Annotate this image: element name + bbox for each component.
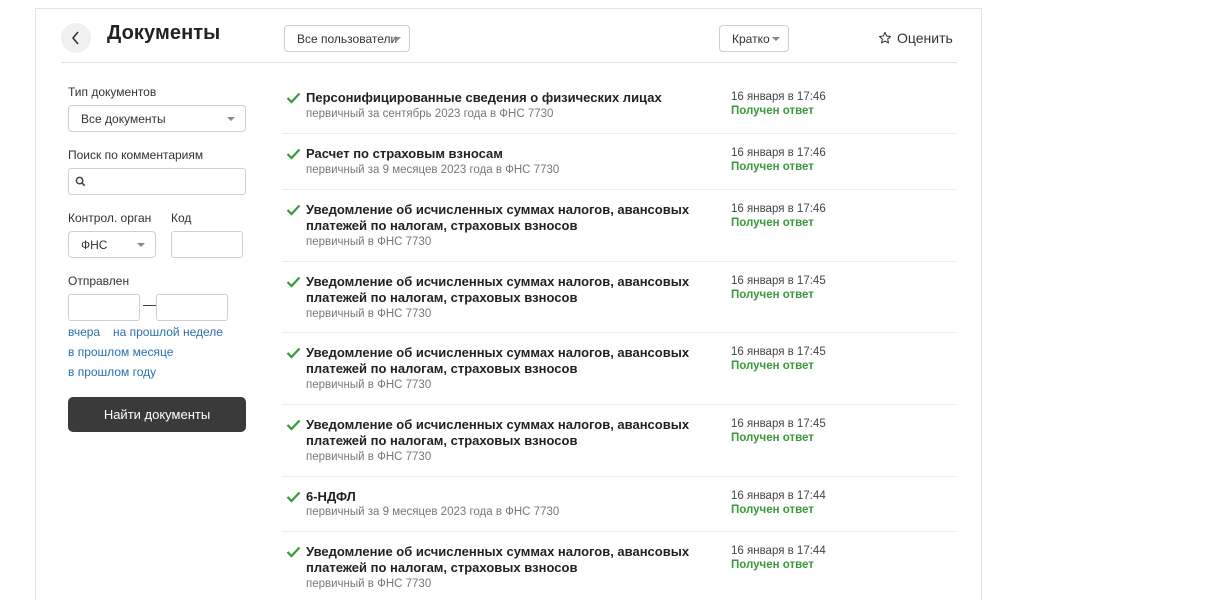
document-title[interactable]: Расчет по страховым взносам [306, 146, 706, 162]
code-label: Код [171, 211, 192, 225]
star-icon [878, 31, 892, 44]
documents-list: Персонифицированные сведения о физически… [282, 78, 957, 600]
quick-link-last-week[interactable]: на прошлой неделе [113, 325, 223, 339]
checkmark-icon [286, 276, 301, 288]
document-subtitle: первичный в ФНС 7730 [306, 578, 432, 590]
caret-down-icon [772, 37, 780, 41]
document-title[interactable]: Уведомление об исчисленных суммах налого… [306, 202, 706, 234]
document-date: 16 января в 17:46 [731, 203, 826, 215]
checkmark-icon [286, 419, 301, 431]
document-row[interactable]: Уведомление об исчисленных суммах налого… [282, 262, 957, 333]
document-subtitle: первичный в ФНС 7730 [306, 451, 432, 463]
document-row[interactable]: Уведомление об исчисленных суммах налого… [282, 405, 957, 477]
document-status: Получен ответ [731, 289, 814, 301]
quick-link-last-year[interactable]: в прошлом году [68, 365, 156, 379]
control-org-label: Контрол. орган [68, 211, 152, 225]
code-input[interactable] [171, 231, 243, 258]
document-title[interactable]: 6-НДФЛ [306, 489, 706, 505]
doc-type-select[interactable]: Все документы [68, 105, 246, 132]
date-range-dash: — [143, 296, 157, 312]
document-subtitle: первичный в ФНС 7730 [306, 236, 432, 248]
document-subtitle: первичный за 9 месяцев 2023 года в ФНС 7… [306, 164, 560, 176]
document-status: Получен ответ [731, 217, 814, 229]
checkmark-icon [286, 347, 301, 359]
document-row[interactable]: Расчет по страховым взносам первичный за… [282, 134, 957, 190]
checkmark-icon [286, 546, 301, 558]
document-title[interactable]: Уведомление об исчисленных суммах налого… [306, 417, 706, 449]
control-org-value: ФНС [81, 237, 108, 252]
document-row[interactable]: Уведомление об исчисленных суммах налого… [282, 333, 957, 405]
document-status: Получен ответ [731, 432, 814, 444]
back-button[interactable] [61, 23, 91, 53]
document-row[interactable]: 6-НДФЛ первичный за 9 месяцев 2023 года … [282, 477, 957, 532]
document-subtitle: первичный за сентябрь 2023 года в ФНС 77… [306, 108, 554, 120]
comment-search-label: Поиск по комментариям [68, 148, 204, 162]
document-title[interactable]: Уведомление об исчисленных суммах налого… [306, 274, 706, 306]
document-date: 16 января в 17:44 [731, 545, 826, 557]
find-documents-button[interactable]: Найти документы [68, 397, 246, 432]
header-divider [61, 62, 957, 63]
document-title[interactable]: Уведомление об исчисленных суммах налого… [306, 345, 706, 377]
checkmark-icon [286, 148, 301, 160]
document-status: Получен ответ [731, 360, 814, 372]
caret-down-icon [393, 37, 401, 41]
users-filter-dropdown[interactable]: Все пользователи [284, 25, 410, 52]
rate-label: Оценить [897, 30, 953, 46]
document-date: 16 января в 17:44 [731, 490, 826, 502]
view-mode-dropdown[interactable]: Кратко [719, 25, 789, 52]
document-status: Получен ответ [731, 161, 814, 173]
checkmark-icon [286, 491, 301, 503]
checkmark-icon [286, 92, 301, 104]
doc-type-label: Тип документов [68, 85, 157, 99]
document-row[interactable]: Уведомление об исчисленных суммах налого… [282, 190, 957, 262]
page-title: Документы [107, 22, 221, 44]
document-status: Получен ответ [731, 105, 814, 117]
document-row[interactable]: Уведомление об исчисленных суммах налого… [282, 532, 957, 600]
sent-to-input[interactable] [156, 294, 228, 321]
users-filter-value: Все пользователи [297, 31, 398, 46]
document-date: 16 января в 17:46 [731, 147, 826, 159]
view-mode-value: Кратко [732, 31, 770, 46]
doc-type-value: Все документы [81, 111, 166, 126]
sent-label: Отправлен [68, 274, 130, 288]
quick-link-yesterday[interactable]: вчера [68, 325, 100, 339]
caret-down-icon [137, 243, 145, 247]
sent-from-input[interactable] [68, 294, 140, 321]
chevron-left-icon [71, 31, 79, 45]
document-row[interactable]: Персонифицированные сведения о физически… [282, 78, 957, 134]
quick-link-last-month[interactable]: в прошлом месяце [68, 345, 173, 359]
document-status: Получен ответ [731, 504, 814, 516]
control-org-select[interactable]: ФНС [68, 231, 156, 258]
search-icon [75, 176, 86, 187]
document-status: Получен ответ [731, 559, 814, 571]
document-title[interactable]: Уведомление об исчисленных суммах налого… [306, 544, 706, 576]
document-subtitle: первичный в ФНС 7730 [306, 308, 432, 320]
checkmark-icon [286, 204, 301, 216]
document-date: 16 января в 17:46 [731, 91, 826, 103]
rate-button[interactable]: Оценить [878, 30, 953, 46]
document-title[interactable]: Персонифицированные сведения о физически… [306, 90, 706, 106]
caret-down-icon [227, 117, 235, 121]
document-date: 16 января в 17:45 [731, 346, 826, 358]
document-subtitle: первичный в ФНС 7730 [306, 379, 432, 391]
document-date: 16 января в 17:45 [731, 275, 826, 287]
comment-search-input[interactable] [68, 168, 246, 195]
document-date: 16 января в 17:45 [731, 418, 826, 430]
document-subtitle: первичный за 9 месяцев 2023 года в ФНС 7… [306, 506, 560, 518]
